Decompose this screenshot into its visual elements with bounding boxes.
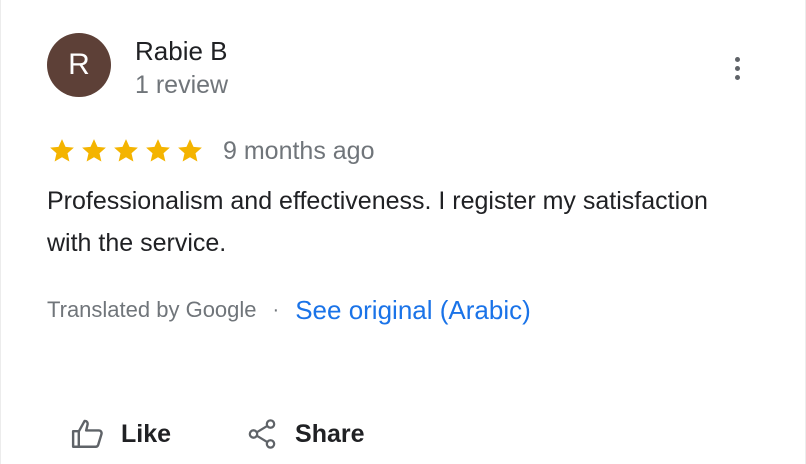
review-text: Professionalism and effectiveness. I reg… (47, 187, 708, 257)
star-icon (178, 139, 202, 162)
star-rating (47, 136, 205, 166)
share-icon (248, 419, 276, 449)
reviewer-name[interactable]: Rabie B (135, 36, 228, 66)
star-icon (50, 139, 74, 162)
more-options-button[interactable] (723, 52, 751, 84)
translated-by-label: Translated by Google (47, 297, 257, 322)
review-card: R Rabie B 1 review 9 months ago Professi… (0, 0, 806, 464)
like-label: Like (121, 419, 172, 448)
like-button[interactable]: Like (71, 417, 171, 451)
thumbs-up-icon (71, 419, 103, 448)
review-actions: Like Share (71, 412, 365, 456)
see-original-link[interactable]: See original (Arabic) (295, 295, 531, 326)
translation-row: Translated by Google · See original (Ara… (47, 292, 531, 328)
share-label: Share (295, 419, 365, 448)
rating-row: 9 months ago (47, 134, 375, 168)
more-vertical-icon (734, 56, 740, 62)
star-icon (146, 139, 170, 162)
separator-dot: · (272, 298, 280, 321)
star-icon (114, 139, 138, 162)
star-icon (82, 139, 106, 162)
share-button[interactable]: Share (245, 417, 365, 451)
reviewer-review-count: 1 review (135, 71, 229, 99)
review-time: 9 months ago (223, 136, 375, 165)
avatar[interactable]: R (47, 33, 111, 97)
